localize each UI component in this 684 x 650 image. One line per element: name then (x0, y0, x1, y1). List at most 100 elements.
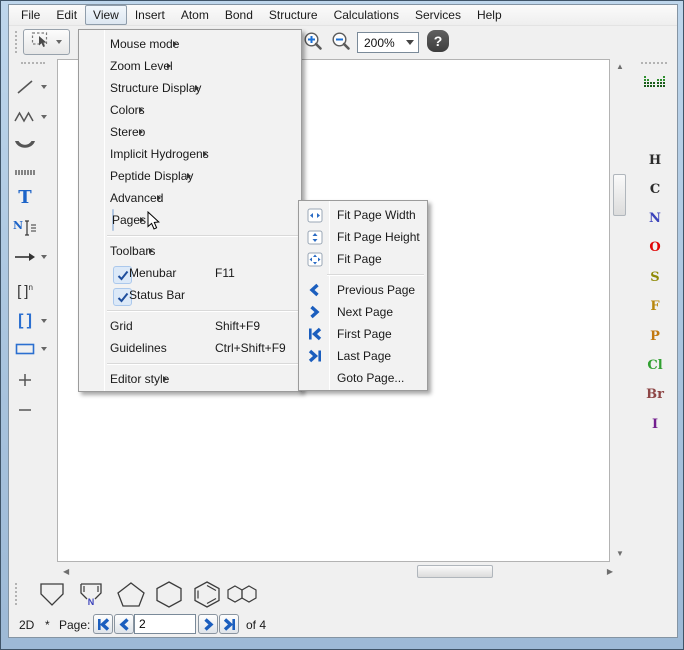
menu-edit[interactable]: Edit (48, 5, 85, 25)
menu-item-pages[interactable]: Pages (79, 209, 301, 231)
pyrrole-template-button[interactable]: N (74, 579, 108, 614)
element-button-h[interactable]: H (633, 153, 677, 168)
menu-view[interactable]: View (85, 5, 127, 25)
element-button-o[interactable]: O (633, 240, 677, 255)
menu-atom[interactable]: Atom (173, 5, 217, 25)
decrease-charge-button[interactable] (9, 398, 55, 422)
element-button-cl[interactable]: Cl (633, 358, 677, 373)
element-button-c[interactable]: C (633, 182, 677, 197)
submenu-item-previous-page[interactable]: Previous Page (299, 279, 427, 301)
toolbar-grip[interactable] (21, 62, 45, 65)
element-button-s[interactable]: S (633, 270, 677, 285)
element-button-p[interactable]: P (633, 329, 677, 344)
submenu-item-next-page[interactable]: Next Page (299, 301, 427, 323)
arrow-tool-button[interactable] (9, 245, 55, 269)
menu-separator (79, 359, 301, 368)
selection-tool-button[interactable] (23, 29, 70, 55)
menu-help[interactable]: Help (469, 5, 510, 25)
zoom-in-button[interactable] (301, 30, 324, 53)
arc-tool-button[interactable] (9, 133, 55, 157)
menu-item-guidelines[interactable]: GuidelinesCtrl+Shift+F9 (79, 337, 301, 359)
dashed-bond-tool-button[interactable] (9, 160, 55, 184)
fit-page-width-icon (307, 208, 323, 223)
menu-item-zoom-level[interactable]: Zoom Level (79, 55, 301, 77)
element-button-f[interactable]: F (633, 299, 677, 314)
toolbar-grip[interactable] (15, 583, 18, 605)
text-tool-button[interactable]: T (9, 186, 55, 210)
menu-structure[interactable]: Structure (261, 5, 326, 25)
submenu-arrow-icon (149, 248, 153, 254)
bond-tool-button[interactable] (9, 75, 55, 99)
atom-label-tool-button[interactable]: N (9, 216, 55, 240)
menu-calculations[interactable]: Calculations (326, 5, 407, 25)
menu-item-stereo[interactable]: Stereo (79, 121, 301, 143)
toolbar-grip[interactable] (641, 62, 667, 65)
vertical-scrollbar[interactable]: ▲ ▼ (611, 59, 628, 562)
element-button-br[interactable]: Br (633, 387, 677, 402)
submenu-item-fit-page-width[interactable]: Fit Page Width (299, 204, 427, 226)
next-page-button[interactable] (198, 614, 218, 634)
cyclopentane-template-button[interactable] (114, 579, 148, 614)
increase-charge-button[interactable] (9, 368, 55, 392)
menu-item-editor-style[interactable]: Editor style (79, 368, 301, 390)
menu-item-colors[interactable]: Colors (79, 99, 301, 121)
menu-item-mouse-mode[interactable]: Mouse mode (79, 33, 301, 55)
scroll-left-icon[interactable]: ◀ (63, 568, 69, 576)
submenu-item-goto-page[interactable]: Goto Page... (299, 367, 427, 389)
vertical-scrollbar-thumb[interactable] (613, 174, 626, 216)
cyclohexane-template-button[interactable] (152, 579, 186, 614)
cyclopentadiene-template-button[interactable] (35, 579, 69, 614)
rectangle-tool-button[interactable] (9, 337, 55, 361)
plus-icon (9, 373, 41, 387)
element-button-n[interactable]: N (633, 211, 677, 226)
last-page-button[interactable] (219, 614, 239, 634)
periodic-table-button[interactable] (644, 76, 666, 95)
menu-separator (79, 231, 301, 240)
zoom-combobox-dropdown[interactable] (402, 33, 418, 52)
chevron-down-icon (41, 255, 47, 259)
dashed-bond-icon (9, 168, 41, 176)
menu-shortcut: Ctrl+Shift+F9 (215, 341, 286, 355)
submenu-item-last-page[interactable]: Last Page (299, 345, 427, 367)
menu-services[interactable]: Services (407, 5, 469, 25)
menu-item-grid[interactable]: GridShift+F9 (79, 315, 301, 337)
benzene-template-button[interactable] (190, 579, 224, 614)
page-number-input[interactable] (134, 614, 196, 634)
checkmark-icon (117, 292, 129, 303)
scroll-down-icon[interactable]: ▼ (616, 550, 624, 558)
menu-item-toolbars[interactable]: Toolbars (79, 240, 301, 262)
first-page-button[interactable] (93, 614, 113, 634)
menu-insert[interactable]: Insert (127, 5, 173, 25)
repeating-group-bracket-button[interactable]: [ ]n (9, 279, 55, 303)
submenu-item-fit-page-height[interactable]: Fit Page Height (299, 226, 427, 248)
last-page-icon (223, 618, 236, 631)
submenu-item-first-page[interactable]: First Page (299, 323, 427, 345)
menu-item-advanced[interactable]: Advanced (79, 187, 301, 209)
menu-item-implicit-hydrogens[interactable]: Implicit Hydrogens (79, 143, 301, 165)
page-label: Page: (59, 618, 90, 632)
zoom-out-button[interactable] (329, 30, 352, 53)
menu-item-menubar[interactable]: MenubarF11 (79, 262, 301, 284)
menu-item-structure-display[interactable]: Structure Display (79, 77, 301, 99)
previous-page-button[interactable] (114, 614, 134, 634)
menu-bond[interactable]: Bond (217, 5, 261, 25)
menu-item-status-bar[interactable]: Status Bar (79, 284, 301, 306)
last-page-icon (308, 349, 322, 363)
dimension-mode-label[interactable]: 2D (19, 618, 34, 632)
toolbar-grip[interactable] (15, 31, 18, 53)
view-menu-popup: Mouse mode Zoom Level Structure Display … (78, 29, 302, 392)
zoom-level-combobox[interactable]: 200% (357, 32, 419, 53)
scroll-up-icon[interactable]: ▲ (616, 63, 624, 71)
bond-icon (9, 78, 41, 96)
help-button[interactable]: ? (427, 30, 449, 52)
menu-file[interactable]: File (13, 5, 48, 25)
submenu-item-fit-page[interactable]: Fit Page (299, 248, 427, 270)
page-total-label: of 4 (246, 618, 266, 632)
scroll-right-icon[interactable]: ▶ (607, 568, 613, 576)
naphthalene-template-button[interactable] (227, 585, 259, 608)
menu-item-peptide-display[interactable]: Peptide Display (79, 165, 301, 187)
chain-tool-button[interactable] (9, 105, 55, 129)
element-button-i[interactable]: I (633, 417, 677, 432)
menu-separator (299, 270, 427, 279)
bracket-tool-button[interactable]: [ ] (9, 309, 55, 333)
